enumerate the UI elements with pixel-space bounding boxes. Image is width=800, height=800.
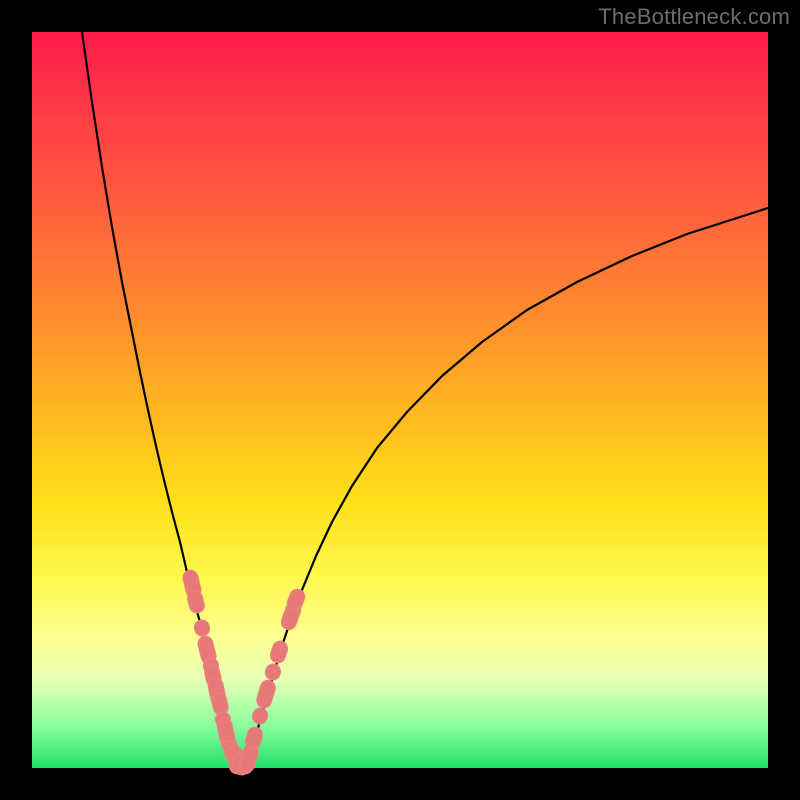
- chart-svg: [32, 32, 768, 768]
- plot-area: [32, 32, 768, 768]
- curve-layer: [82, 32, 768, 766]
- marker-layer: [181, 569, 307, 776]
- watermark-text: TheBottleneck.com: [598, 4, 790, 30]
- chart-frame: TheBottleneck.com: [0, 0, 800, 800]
